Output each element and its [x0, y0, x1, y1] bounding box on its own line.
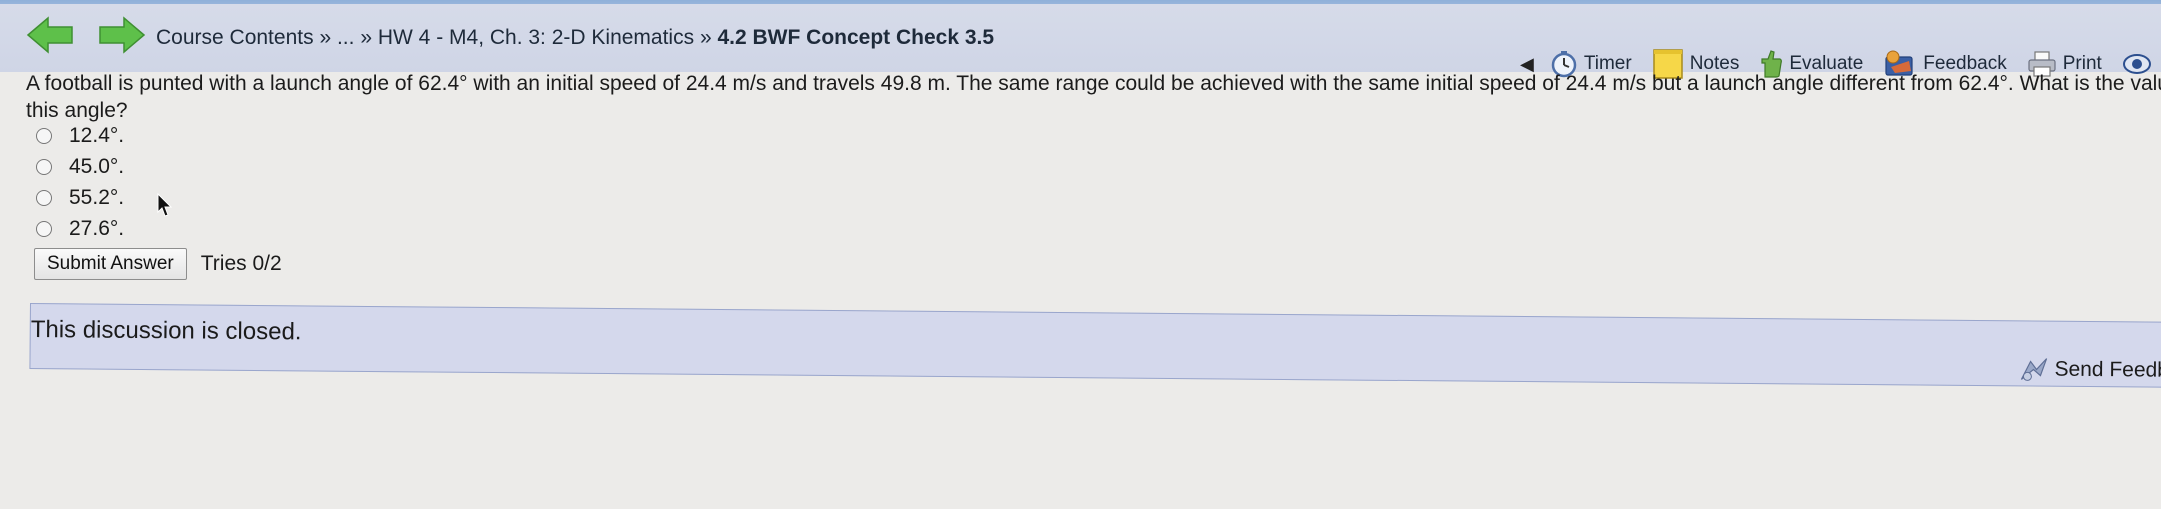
- answer-option[interactable]: 27.6°.: [36, 213, 124, 244]
- submit-row: Submit Answer Tries 0/2: [34, 248, 282, 280]
- option-label[interactable]: 12.4°.: [69, 124, 124, 148]
- option-label[interactable]: 45.0°.: [69, 155, 124, 179]
- send-feedback-icon: [2020, 358, 2048, 381]
- send-feedback-label: Send Feedback: [2054, 357, 2161, 382]
- tries-counter: Tries 0/2: [200, 252, 282, 275]
- breadcrumb-ellipsis[interactable]: ...: [337, 26, 355, 49]
- breadcrumb-separator: »: [319, 26, 332, 49]
- discussion-panel: This discussion is closed. Send Feedback: [29, 303, 2161, 388]
- discussion-closed-text: This discussion is closed.: [30, 316, 302, 346]
- answer-option[interactable]: 12.4°.: [36, 120, 124, 151]
- answer-option[interactable]: 55.2°.: [36, 182, 124, 213]
- send-feedback-link[interactable]: Send Feedback: [2018, 355, 2161, 385]
- breadcrumb-course-contents[interactable]: Course Contents: [156, 26, 314, 49]
- radio-button[interactable]: [36, 127, 52, 144]
- breadcrumb-separator: »: [360, 26, 373, 49]
- answer-options: 12.4°. 45.0°. 55.2°. 27.6°.: [36, 120, 124, 244]
- breadcrumb-separator: »: [699, 26, 712, 49]
- breadcrumb: Course Contents » ... » HW 4 - M4, Ch. 3…: [156, 26, 994, 50]
- submit-answer-button[interactable]: Submit Answer: [34, 248, 187, 280]
- back-arrow-icon[interactable]: [26, 16, 74, 54]
- radio-button[interactable]: [36, 189, 52, 206]
- option-label[interactable]: 55.2°.: [69, 186, 124, 210]
- question-text: A football is punted with a launch angle…: [26, 72, 2161, 122]
- option-label[interactable]: 27.6°.: [69, 217, 124, 241]
- mouse-cursor-icon: [157, 193, 173, 217]
- breadcrumb-current: 4.2 BWF Concept Check 3.5: [717, 26, 995, 49]
- forward-arrow-icon[interactable]: [98, 16, 146, 54]
- radio-button[interactable]: [36, 220, 52, 237]
- answer-option[interactable]: 45.0°.: [36, 151, 124, 182]
- breadcrumb-homework[interactable]: HW 4 - M4, Ch. 3: 2-D Kinematics: [378, 26, 694, 49]
- header-bar: Course Contents » ... » HW 4 - M4, Ch. 3…: [0, 4, 2161, 79]
- radio-button[interactable]: [36, 158, 52, 175]
